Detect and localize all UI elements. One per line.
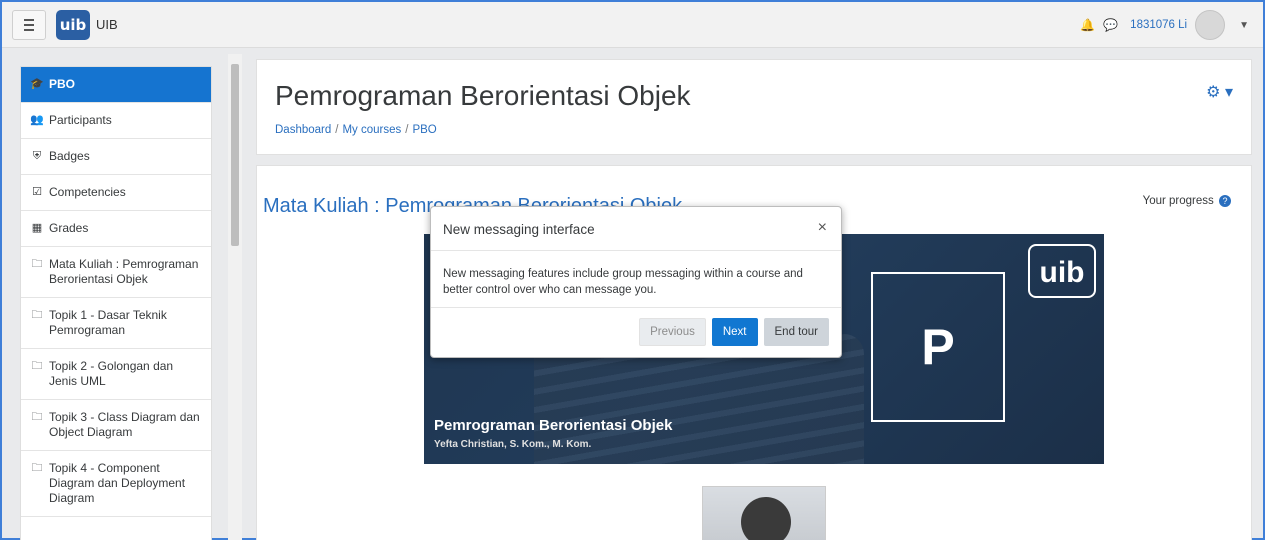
sidebar-item-label: Badges xyxy=(49,149,90,163)
tour-dialog: New messaging interface × New messaging … xyxy=(430,206,842,358)
sidebar-item-label: Topik 3 - Class Diagram dan Object Diagr… xyxy=(49,410,200,439)
sidebar-item-label: Competencies xyxy=(49,185,126,199)
dialog-title: New messaging interface xyxy=(443,222,595,237)
help-icon[interactable]: ? xyxy=(1219,195,1231,207)
next-button[interactable]: Next xyxy=(711,318,758,346)
sidebar-item-topic-3[interactable]: 🗀 Topik 3 - Class Diagram dan Object Dia… xyxy=(21,400,211,451)
folder-icon: 🗀 xyxy=(31,258,43,270)
sidebar-item-grades[interactable]: ▦ Grades xyxy=(21,211,211,247)
sidebar-item-topic-2[interactable]: 🗀 Topik 2 - Golongan dan Jenis UML xyxy=(21,349,211,400)
chevron-down-icon[interactable]: ▼ xyxy=(1239,20,1249,31)
dialog-header: New messaging interface × xyxy=(431,207,841,251)
site-logo[interactable]: uib xyxy=(56,9,90,40)
uib-logo: uib xyxy=(1028,244,1096,298)
dialog-body: New messaging features include group mes… xyxy=(431,251,841,308)
sidebar-item-label: Topik 4 - Component Diagram dan Deployme… xyxy=(49,461,186,505)
close-icon[interactable]: × xyxy=(818,219,827,237)
sidebar-item-badges[interactable]: ⛨ Badges xyxy=(21,139,211,175)
hamburger-icon xyxy=(24,18,34,21)
banner-title: Pemrograman Berorientasi Objek xyxy=(434,417,673,434)
sidebar-item-label: Participants xyxy=(49,113,112,127)
sidebar-item-label: Topik 2 - Golongan dan Jenis UML xyxy=(49,359,174,388)
user-name[interactable]: 1831076 Li xyxy=(1130,19,1187,31)
progress-label: Your progress ? xyxy=(1143,195,1231,207)
sidebar-item-section-0[interactable]: 🗀 Mata Kuliah : Pemrograman Berorientasi… xyxy=(21,247,211,298)
breadcrumb-pbo[interactable]: PBO xyxy=(412,124,436,136)
sidebar-item-competencies[interactable]: ☑ Competencies xyxy=(21,175,211,211)
check-square-icon: ☑ xyxy=(32,186,42,198)
breadcrumb-my-courses[interactable]: My courses xyxy=(342,124,401,136)
user-area: 🔔 💬 1831076 Li ▼ xyxy=(1080,2,1249,48)
banner-subtitle: Yefta Christian, S. Kom., M. Kom. xyxy=(434,439,592,450)
avatar[interactable] xyxy=(1195,10,1226,40)
sidebar-item-label: Mata Kuliah : Pemrograman Berorientasi O… xyxy=(49,257,199,286)
person-image xyxy=(741,497,791,540)
folder-icon: 🗀 xyxy=(31,309,43,321)
top-navbar: uib UIB 🔔 💬 1831076 Li ▼ xyxy=(2,2,1263,48)
previous-button[interactable]: Previous xyxy=(639,318,706,346)
folder-icon: 🗀 xyxy=(31,360,43,372)
menu-toggle-button[interactable] xyxy=(12,9,46,40)
gear-icon[interactable]: ⚙ ▾ xyxy=(1206,82,1233,102)
sidebar-item-pbo[interactable]: 🎓 PBO xyxy=(21,67,211,103)
shield-icon: ⛨ xyxy=(32,150,42,162)
sidebar-item-label: Topik 1 - Dasar Teknik Pemrograman xyxy=(49,308,167,337)
breadcrumb-dashboard[interactable]: Dashboard xyxy=(275,124,331,136)
users-icon: 👥 xyxy=(30,114,44,126)
folder-icon: 🗀 xyxy=(31,411,43,423)
dialog-footer: Previous Next End tour xyxy=(639,318,829,346)
sidebar-item-label: PBO xyxy=(49,77,76,91)
site-name[interactable]: UIB xyxy=(96,17,118,32)
breadcrumb: Dashboard / My courses / PBO xyxy=(275,124,437,136)
end-tour-button[interactable]: End tour xyxy=(763,318,829,346)
table-icon: ▦ xyxy=(31,222,43,234)
banner-letter: P xyxy=(871,272,1005,422)
folder-icon: 🗀 xyxy=(31,462,43,474)
sidebar-item-label: Grades xyxy=(49,221,89,235)
chat-icon[interactable]: 💬 xyxy=(1103,18,1118,32)
sidebar-item-topic-1[interactable]: 🗀 Topik 1 - Dasar Teknik Pemrograman xyxy=(21,298,211,349)
sidebar-scrollbar-thumb[interactable] xyxy=(231,64,239,246)
bell-icon[interactable]: 🔔 xyxy=(1080,18,1095,32)
page-title: Pemrograman Berorientasi Objek xyxy=(275,80,691,111)
page-header: Pemrograman Berorientasi Objek Dashboard… xyxy=(256,59,1252,155)
sidebar-item-topic-4[interactable]: 🗀 Topik 4 - Component Diagram dan Deploy… xyxy=(21,451,211,517)
sidebar-item-participants[interactable]: 👥 Participants xyxy=(21,103,211,139)
lecturer-photo xyxy=(702,486,826,540)
course-sidebar: 🎓 PBO 👥 Participants ⛨ Badges ☑ Competen… xyxy=(20,66,212,540)
graduation-cap-icon: 🎓 xyxy=(30,78,44,90)
